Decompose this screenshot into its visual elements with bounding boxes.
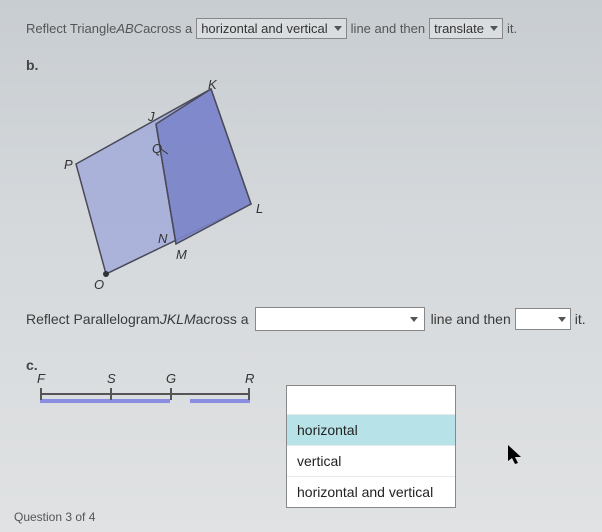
part-b-label: b. bbox=[26, 57, 594, 73]
chevron-down-icon bbox=[558, 317, 566, 322]
qa-mid1: across a bbox=[143, 21, 192, 36]
tick bbox=[248, 388, 250, 400]
tick bbox=[170, 388, 172, 400]
dropdown-option-blank[interactable] bbox=[287, 386, 455, 414]
qb-mid1: across a bbox=[196, 311, 249, 327]
qa-select-transform[interactable]: translate bbox=[429, 18, 503, 39]
number-line-fsgr: F S G R bbox=[40, 385, 270, 405]
parallelogram-figure: K J Q P L N M O bbox=[46, 79, 306, 299]
label-O: O bbox=[94, 277, 104, 292]
label-J: J bbox=[148, 109, 155, 124]
qb-mid2: line and then bbox=[431, 311, 511, 327]
label-N: N bbox=[158, 231, 167, 246]
label-G: G bbox=[166, 371, 176, 386]
label-L: L bbox=[256, 201, 263, 216]
qa-prefix: Reflect Triangle bbox=[26, 21, 116, 36]
qb-select-transform[interactable] bbox=[515, 308, 571, 330]
qa-mid2: line and then bbox=[351, 21, 425, 36]
question-progress: Question 3 of 4 bbox=[14, 510, 95, 524]
qa-select1-value: horizontal and vertical bbox=[201, 21, 327, 36]
label-R: R bbox=[245, 371, 254, 386]
label-Q: Q bbox=[152, 141, 162, 156]
label-F: F bbox=[37, 371, 45, 386]
ruler-axis bbox=[40, 393, 250, 395]
qb-suffix: it. bbox=[575, 311, 586, 327]
qa-select2-value: translate bbox=[434, 21, 484, 36]
question-a-line: Reflect Triangle ABC across a horizontal… bbox=[26, 18, 594, 39]
chevron-down-icon bbox=[334, 26, 342, 31]
qa-shape: ABC bbox=[116, 21, 143, 36]
reflection-dropdown-menu[interactable]: horizontal vertical horizontal and verti… bbox=[286, 385, 456, 508]
label-M: M bbox=[176, 247, 187, 262]
qa-select-reflection[interactable]: horizontal and vertical bbox=[196, 18, 346, 39]
chevron-down-icon bbox=[410, 317, 418, 322]
chevron-down-icon bbox=[490, 26, 498, 31]
ruler-segment bbox=[190, 399, 250, 403]
dropdown-option-vertical[interactable]: vertical bbox=[287, 445, 455, 476]
ruler-segment bbox=[40, 399, 170, 403]
qb-select-reflection[interactable] bbox=[255, 307, 425, 331]
label-K: K bbox=[208, 77, 217, 92]
dropdown-option-both[interactable]: horizontal and vertical bbox=[287, 476, 455, 507]
label-P: P bbox=[64, 157, 73, 172]
dropdown-option-horizontal[interactable]: horizontal bbox=[287, 414, 455, 445]
figure-svg bbox=[46, 79, 306, 299]
tick bbox=[40, 388, 42, 400]
mouse-cursor-icon bbox=[508, 445, 526, 467]
label-S: S bbox=[107, 371, 116, 386]
qb-prefix: Reflect Parallelogram bbox=[26, 311, 160, 327]
qb-shape: JKLM bbox=[160, 311, 196, 327]
tick bbox=[110, 388, 112, 400]
question-b-line: Reflect Parallelogram JKLM across a line… bbox=[26, 307, 594, 331]
qa-suffix: it. bbox=[507, 21, 517, 36]
